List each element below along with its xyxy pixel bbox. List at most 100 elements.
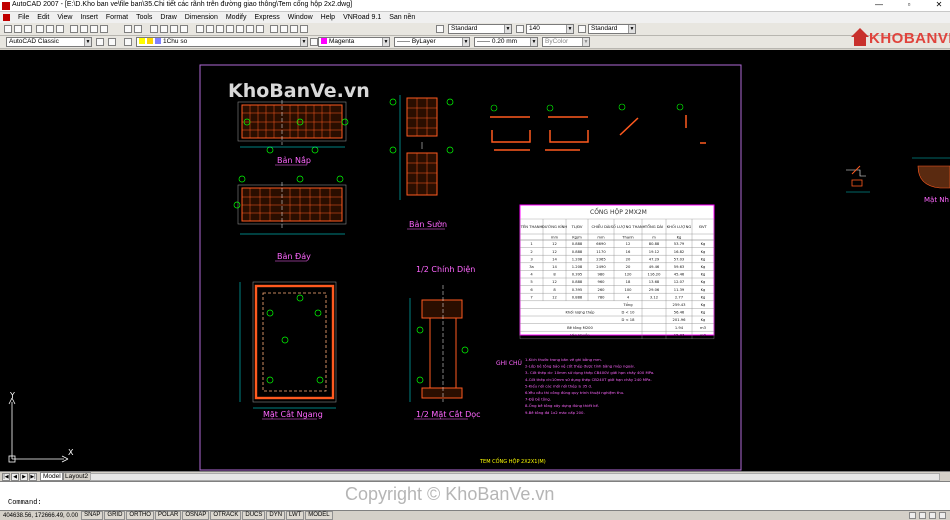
copy-icon[interactable]	[80, 25, 88, 33]
help-icon[interactable]	[256, 25, 264, 33]
layer-manager-icon[interactable]	[108, 38, 116, 46]
redo-icon[interactable]	[134, 25, 142, 33]
table-cell: 47.29	[649, 257, 660, 261]
pan-icon[interactable]	[150, 25, 158, 33]
color-select[interactable]: Magenta ▼	[318, 37, 390, 47]
ortho-toggle[interactable]: ORTHO	[126, 511, 154, 520]
preview-icon[interactable]	[46, 25, 54, 33]
lwt-toggle[interactable]: LWT	[286, 511, 305, 520]
markup-icon[interactable]	[236, 25, 244, 33]
menu-format[interactable]: Format	[106, 14, 128, 21]
table-cell: 960	[597, 280, 605, 284]
make-current-layer-icon[interactable]	[310, 38, 318, 46]
match-properties-icon[interactable]	[100, 25, 108, 33]
menu-san-nen[interactable]: San nền	[389, 14, 415, 21]
autocad-app-icon[interactable]	[2, 2, 10, 10]
sheet-set-icon[interactable]	[226, 25, 234, 33]
osnap-toggle[interactable]: OSNAP	[182, 511, 210, 520]
menu-dimension[interactable]: Dimension	[185, 14, 218, 21]
status-bar: 404638.56, 172666.49, 0.00 SNAP GRID ORT…	[0, 510, 950, 520]
paste-icon[interactable]	[90, 25, 98, 33]
note-line: 8-Ống bê tông xây dựng đúng thiết kế.	[525, 403, 599, 408]
menu-view[interactable]: View	[57, 14, 72, 21]
menu-draw[interactable]: Draw	[160, 14, 176, 21]
menu-tools[interactable]: Tools	[136, 14, 152, 21]
last-tab-icon[interactable]: ▶|	[29, 473, 37, 481]
menu-modify[interactable]: Modify	[226, 14, 247, 21]
first-tab-icon[interactable]: |◀	[2, 473, 10, 481]
table-cell: 2.77	[675, 295, 684, 299]
maximize-button[interactable]: ▫	[902, 0, 916, 9]
menu-window[interactable]: Window	[288, 14, 313, 21]
minimize-button[interactable]: —	[872, 0, 886, 9]
plotstyle-select[interactable]: ByColor ▼	[542, 37, 590, 47]
table-cell: 12	[552, 295, 557, 299]
draw-icon-a[interactable]	[270, 25, 278, 33]
zoom-previous-icon[interactable]	[180, 25, 188, 33]
table-unit: Kg/m	[572, 236, 582, 240]
quickcalc-icon[interactable]	[246, 25, 254, 33]
polar-toggle[interactable]: POLAR	[154, 511, 182, 520]
snap-toggle[interactable]: SNAP	[81, 511, 104, 520]
workspace-settings-icon[interactable]	[96, 38, 104, 46]
tab-model[interactable]: Model	[40, 472, 64, 481]
zoom-realtime-icon[interactable]	[160, 25, 168, 33]
tray-settings-icon[interactable]	[919, 512, 926, 519]
table-style-select[interactable]: Standard ▼	[588, 24, 636, 34]
otrack-toggle[interactable]: OTRACK	[210, 511, 242, 520]
grid-toggle[interactable]: GRID	[104, 511, 126, 520]
layers-toolbar: AutoCAD Classic ▼ 1Chu so ▼ Magenta ▼ —— By…	[0, 36, 950, 49]
save-icon[interactable]	[24, 25, 32, 33]
dim-scale-select[interactable]: 140 ▼	[526, 24, 574, 34]
design-center-icon[interactable]	[206, 25, 214, 33]
dyn-toggle[interactable]: DYN	[266, 511, 286, 520]
publish-icon[interactable]	[56, 25, 64, 33]
khobanve-logo: KHOBANVE	[847, 24, 950, 52]
table-style-icon[interactable]	[578, 25, 586, 33]
clean-screen-icon[interactable]	[939, 512, 946, 519]
footer-title: TEM CỐNG HỘP 2X2X1(M)	[479, 457, 546, 465]
cut-icon[interactable]	[70, 25, 78, 33]
linetype-select[interactable]: —— ByLayer ▼	[394, 37, 470, 47]
tab-layout2[interactable]: Layout2	[62, 472, 92, 481]
layer-previous-icon[interactable]	[124, 38, 132, 46]
tool-palettes-icon[interactable]	[216, 25, 224, 33]
open-icon[interactable]	[14, 25, 22, 33]
table-cell: 120	[624, 273, 632, 277]
table-header: TL/ĐV	[571, 225, 583, 229]
text-style-select[interactable]: Standard ▼	[448, 24, 512, 34]
menu-insert[interactable]: Insert	[80, 14, 98, 21]
lock-toolbar-icon[interactable]	[909, 512, 916, 519]
menu-express[interactable]: Express	[254, 14, 279, 21]
window-title: AutoCAD 2007 - [E:\D.Kho ban ve\file ban…	[12, 1, 353, 8]
ducs-toggle[interactable]: DUCS	[242, 511, 266, 520]
draw-icon-b[interactable]	[280, 25, 288, 33]
new-icon[interactable]	[4, 25, 12, 33]
layer-select[interactable]: 1Chu so ▼	[136, 37, 308, 47]
prev-tab-icon[interactable]: ◀	[11, 473, 19, 481]
lineweight-select[interactable]: —— 0.20 mm ▼	[474, 37, 538, 47]
dim-style-icon[interactable]	[516, 25, 524, 33]
print-icon[interactable]	[36, 25, 44, 33]
undo-icon[interactable]	[124, 25, 132, 33]
menu-file[interactable]: File	[18, 14, 29, 21]
note-line: 2-Lớp bê tông bảo vệ cốt thép được tính …	[525, 364, 635, 369]
model-space-canvas[interactable]: KhoBanVe.vn Bản Nắp Bản Đáy Bản Sườn Mặt…	[0, 50, 950, 471]
zoom-window-icon[interactable]	[170, 25, 178, 33]
workspace-select[interactable]: AutoCAD Classic ▼	[6, 37, 92, 47]
model-toggle[interactable]: MODEL	[305, 511, 333, 520]
document-icon[interactable]	[3, 14, 10, 21]
menu-vnroad[interactable]: VNRoad 9.1	[343, 14, 381, 21]
table-cell: 1170	[596, 250, 606, 254]
menu-help[interactable]: Help	[321, 14, 335, 21]
text-style-icon[interactable]	[436, 25, 444, 33]
horizontal-scrollbar[interactable]	[90, 473, 940, 481]
next-tab-icon[interactable]: ▶	[20, 473, 28, 481]
draw-icon-c[interactable]	[290, 25, 298, 33]
menu-edit[interactable]: Edit	[37, 14, 49, 21]
properties-icon[interactable]	[196, 25, 204, 33]
comm-center-icon[interactable]	[929, 512, 936, 519]
close-button[interactable]: ✕	[932, 0, 946, 9]
notes: GHI CHÚ 1-Kích thước trong bản vẽ ghi bằ…	[496, 357, 654, 415]
draw-icon-d[interactable]	[300, 25, 308, 33]
